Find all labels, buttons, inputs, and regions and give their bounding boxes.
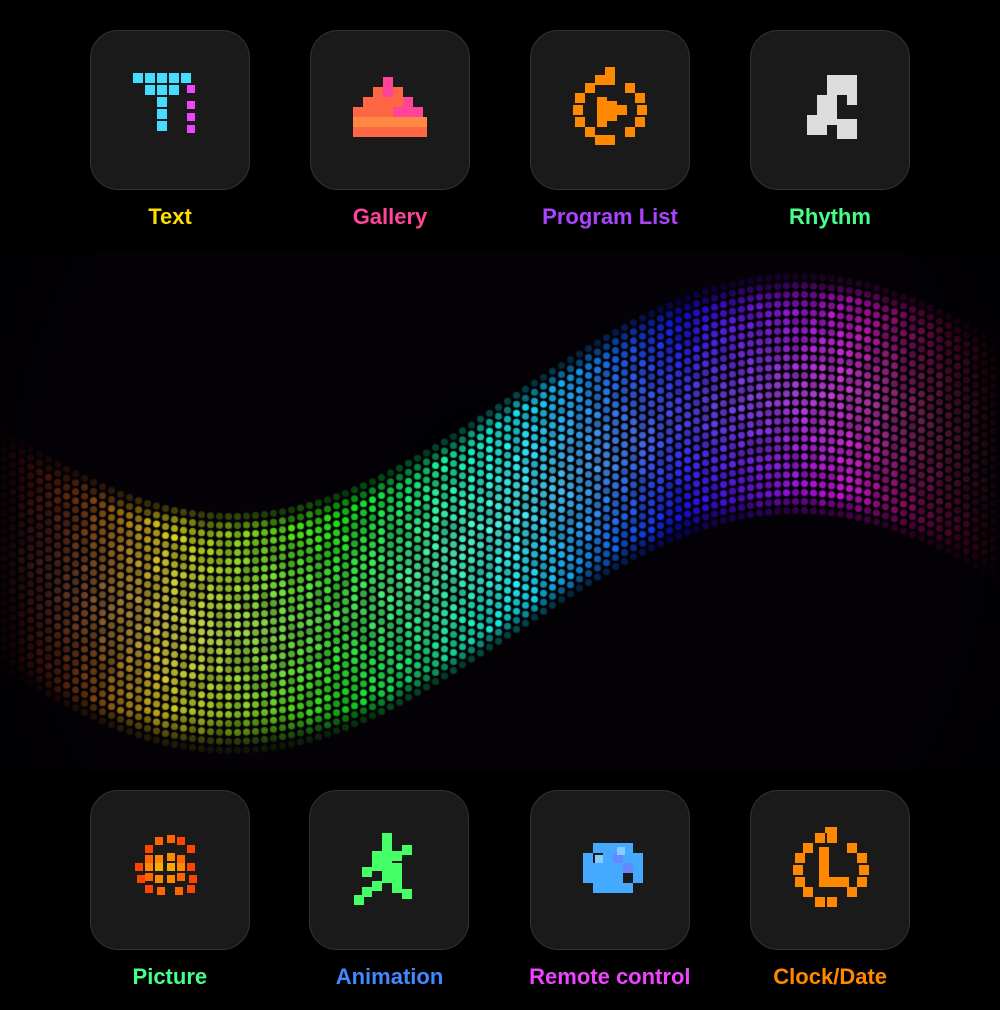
- top-icon-row: Text: [0, 0, 1000, 250]
- animation-icon: [344, 825, 434, 915]
- icon-box-gallery[interactable]: [310, 30, 470, 190]
- picture-icon: [125, 825, 215, 915]
- program-list-icon: [565, 65, 655, 155]
- icon-item-program-list[interactable]: Program List: [530, 30, 690, 230]
- icon-item-remote-control[interactable]: Remote control: [529, 790, 690, 990]
- gallery-label: Gallery: [353, 204, 428, 230]
- rhythm-icon: [785, 65, 875, 155]
- icon-box-rhythm[interactable]: [750, 30, 910, 190]
- animation-label: Animation: [336, 964, 444, 990]
- icon-box-clock-date[interactable]: [750, 790, 910, 950]
- text-label: Text: [148, 204, 192, 230]
- icon-item-text[interactable]: Text: [90, 30, 250, 230]
- icon-item-picture[interactable]: Picture: [90, 790, 250, 990]
- gallery-icon: [345, 65, 435, 155]
- icon-box-program-list[interactable]: [530, 30, 690, 190]
- led-canvas: [0, 250, 1000, 770]
- icon-box-text[interactable]: [90, 30, 250, 190]
- clock-date-label: Clock/Date: [773, 964, 887, 990]
- clock-date-icon: [785, 825, 875, 915]
- icon-item-gallery[interactable]: Gallery: [310, 30, 470, 230]
- icon-item-animation[interactable]: Animation: [309, 790, 469, 990]
- rhythm-label: Rhythm: [789, 204, 871, 230]
- icon-box-picture[interactable]: [90, 790, 250, 950]
- remote-control-icon: [565, 825, 655, 915]
- program-list-label: Program List: [542, 204, 678, 230]
- text-icon: [125, 65, 215, 155]
- icon-box-animation[interactable]: [309, 790, 469, 950]
- remote-control-label: Remote control: [529, 964, 690, 990]
- led-display: [0, 250, 1000, 770]
- bottom-icon-row: Picture: [0, 770, 1000, 1010]
- icon-item-rhythm[interactable]: Rhythm: [750, 30, 910, 230]
- icon-box-remote-control[interactable]: [530, 790, 690, 950]
- picture-label: Picture: [133, 964, 208, 990]
- icon-item-clock-date[interactable]: Clock/Date: [750, 790, 910, 990]
